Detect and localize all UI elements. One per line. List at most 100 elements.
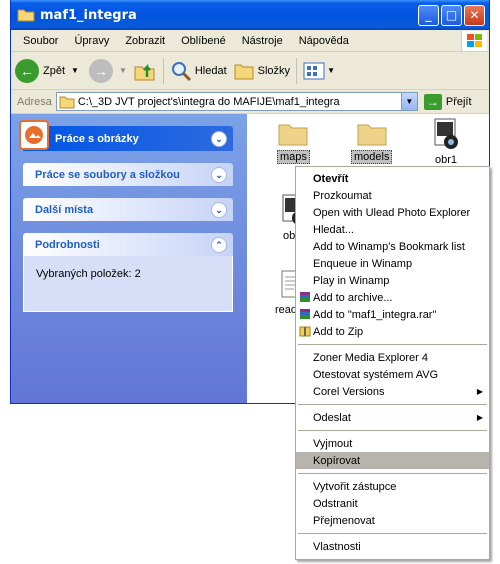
- search-button[interactable]: Hledat: [170, 60, 227, 82]
- menu-zobrazit[interactable]: Zobrazit: [117, 35, 173, 47]
- menu-item-search[interactable]: Hledat...: [296, 221, 489, 238]
- go-button[interactable]: → Přejít: [423, 93, 472, 110]
- file-item[interactable]: maps: [277, 122, 310, 164]
- folder-icon: [59, 96, 75, 108]
- menu-item-send-to[interactable]: Odeslat ▶: [296, 409, 489, 426]
- search-icon: [171, 61, 191, 81]
- forward-arrow-icon: →: [88, 58, 113, 83]
- chevron-down-icon[interactable]: ⌄: [211, 202, 227, 218]
- menu-separator: [296, 469, 489, 478]
- menu-soubor[interactable]: Soubor: [15, 35, 66, 47]
- menu-item-add-archive[interactable]: Add to archive...: [296, 289, 489, 306]
- menu-item-winamp-enqueue[interactable]: Enqueue in Winamp: [296, 255, 489, 272]
- menu-item-label: Add to archive...: [313, 291, 393, 304]
- menu-item-add-zip[interactable]: Add to Zip: [296, 323, 489, 340]
- menu-separator: [296, 400, 489, 409]
- panel-header[interactable]: Další místa ⌄: [23, 198, 233, 221]
- folder-icon: [357, 124, 387, 146]
- panel-title: Podrobnosti: [35, 238, 100, 251]
- views-button[interactable]: ▼: [303, 61, 335, 81]
- menu-item-label: Corel Versions: [313, 385, 385, 398]
- folders-label: Složky: [257, 64, 291, 77]
- menu-item-avg[interactable]: Otestovat systémem AVG: [296, 366, 489, 383]
- winrar-icon: [300, 309, 310, 319]
- chevron-down-icon[interactable]: ⌄: [211, 167, 227, 183]
- submenu-arrow-icon: ▶: [476, 387, 483, 396]
- menu-item-label: Add to "maf1_integra.rar": [313, 308, 437, 321]
- panel-details: Podrobnosti ⌃ Vybraných položek: 2: [23, 233, 233, 312]
- file-item[interactable]: obr1: [431, 118, 461, 166]
- panel-body: Vybraných položek: 2: [23, 256, 233, 312]
- menu-item-explore[interactable]: Prozkoumat: [296, 187, 489, 204]
- panel-header[interactable]: Práce se soubory a složkou ⌄: [23, 163, 233, 186]
- file-name: models: [351, 150, 393, 164]
- menu-item-delete[interactable]: Odstranit: [296, 495, 489, 512]
- panel-header[interactable]: Práce s obrázky ⌄: [19, 120, 233, 151]
- address-value: C:\_3D JVT project's\integra do MAFIJE\m…: [77, 95, 340, 108]
- close-button[interactable]: ✕: [464, 4, 485, 26]
- maximize-button[interactable]: □: [441, 4, 462, 26]
- toolbar: ← Zpět ▼ → ▼ Hledat Složky ▼: [11, 52, 489, 90]
- address-label: Adresa: [17, 95, 52, 108]
- image-file-icon: [434, 118, 458, 149]
- file-name: maps: [277, 150, 310, 164]
- picture-icon: [19, 120, 49, 150]
- folders-icon: [234, 64, 254, 79]
- folder-icon: [278, 124, 308, 146]
- menu-item-label: Add to Zip: [313, 325, 364, 338]
- file-name: obr1: [434, 154, 458, 166]
- window-title: maf1_integra: [40, 7, 137, 23]
- panel-image-tasks: Práce s obrázky ⌄: [19, 120, 233, 151]
- menu-separator: [296, 426, 489, 435]
- menu-item-corel-versions[interactable]: Corel Versions ▶: [296, 383, 489, 400]
- chevron-up-icon[interactable]: ⌃: [211, 237, 227, 253]
- go-arrow-icon: →: [423, 93, 442, 110]
- menu-item-add-rar[interactable]: Add to "maf1_integra.rar": [296, 306, 489, 323]
- menu-item-rename[interactable]: Přejmenovat: [296, 512, 489, 529]
- context-menu: Otevřít Prozkoumat Open with Ulead Photo…: [295, 166, 490, 560]
- task-pane: Práce s obrázky ⌄ Práce se soubory a slo…: [11, 114, 247, 403]
- back-dropdown-icon[interactable]: ▼: [71, 66, 79, 75]
- menu-item-zoner[interactable]: Zoner Media Explorer 4: [296, 349, 489, 366]
- windows-logo-icon: [461, 31, 487, 51]
- back-label: Zpět: [43, 64, 66, 77]
- minimize-button[interactable]: _: [418, 4, 439, 26]
- file-item[interactable]: models: [351, 122, 393, 164]
- up-folder-icon: [134, 63, 155, 80]
- panel-other-places: Další místa ⌄: [23, 198, 233, 221]
- up-folder-button[interactable]: [133, 59, 157, 83]
- menu-item-winamp-bookmark[interactable]: Add to Winamp's Bookmark list: [296, 238, 489, 255]
- address-dropdown-icon[interactable]: ▼: [400, 93, 417, 110]
- forward-button[interactable]: → ▼: [85, 58, 127, 83]
- address-input[interactable]: C:\_3D JVT project's\integra do MAFIJE\m…: [55, 92, 418, 111]
- search-label: Hledat: [194, 64, 227, 77]
- menu-item-create-shortcut[interactable]: Vytvořit zástupce: [296, 478, 489, 495]
- menu-oblibene[interactable]: Oblíbené: [173, 35, 234, 47]
- views-dropdown-icon: ▼: [327, 66, 335, 75]
- folders-button[interactable]: Složky: [233, 61, 290, 81]
- menu-item-winamp-play[interactable]: Play in Winamp: [296, 272, 489, 289]
- selected-count: Vybraných položek: 2: [36, 268, 141, 280]
- menu-upravy[interactable]: Úpravy: [66, 35, 117, 47]
- back-arrow-icon: ←: [15, 58, 39, 83]
- panel-header[interactable]: Podrobnosti ⌃: [23, 233, 233, 256]
- menu-nastroje[interactable]: Nástroje: [234, 35, 291, 47]
- chevron-down-icon[interactable]: ⌄: [211, 131, 227, 147]
- winrar-icon: [300, 292, 310, 302]
- panel-title: Práce s obrázky: [55, 132, 139, 145]
- menu-item-copy[interactable]: Kopírovat: [296, 452, 489, 469]
- menu-item-ulead[interactable]: Open with Ulead Photo Explorer: [296, 204, 489, 221]
- menu-item-cut[interactable]: Vyjmout: [296, 435, 489, 452]
- panel-title: Další místa: [35, 203, 94, 216]
- forward-dropdown-icon[interactable]: ▼: [119, 66, 127, 75]
- menu-item-label: Odeslat: [313, 411, 351, 424]
- menu-napoveda[interactable]: Nápověda: [291, 35, 357, 47]
- back-button[interactable]: ← Zpět ▼: [15, 58, 79, 83]
- panel-title: Práce se soubory a složkou: [35, 168, 180, 181]
- title-bar[interactable]: maf1_integra _ □ ✕: [11, 0, 489, 30]
- address-bar: Adresa C:\_3D JVT project's\integra do M…: [11, 90, 489, 114]
- menu-item-open[interactable]: Otevřít: [296, 170, 489, 187]
- menu-separator: [296, 529, 489, 538]
- menu-item-properties[interactable]: Vlastnosti: [296, 538, 489, 555]
- views-icon: [303, 62, 325, 79]
